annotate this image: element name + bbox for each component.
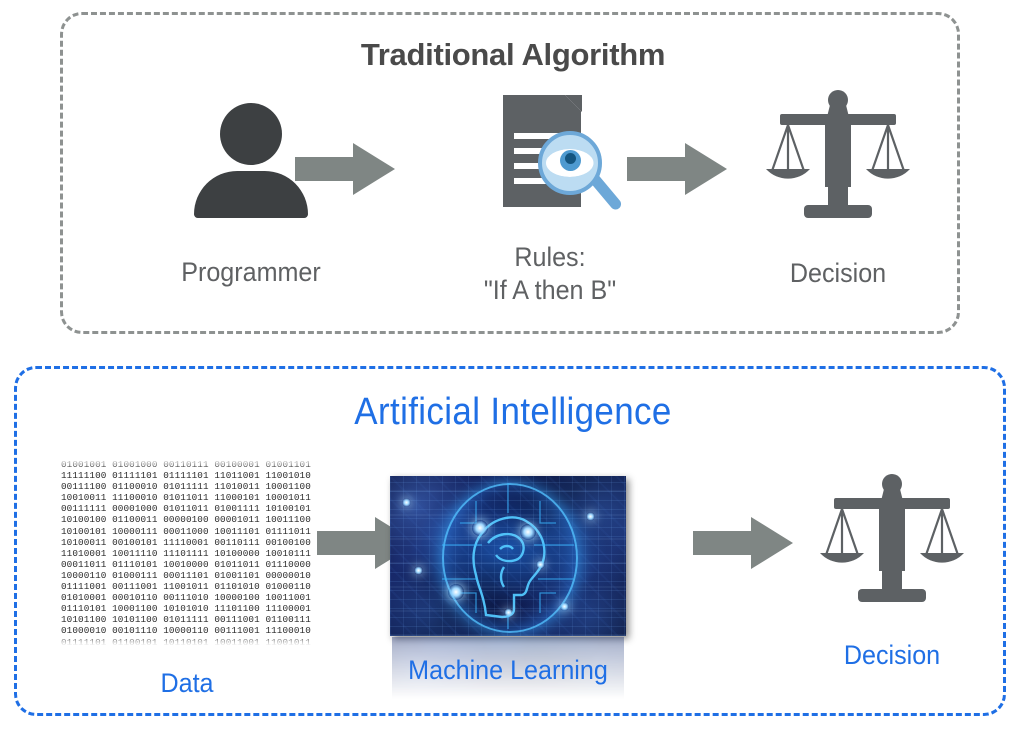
balance-scales-icon	[820, 474, 964, 602]
stage-rules: Rules: "If A then B"	[425, 93, 675, 307]
artificial-intelligence-panel: Artificial Intelligence 01001001 0100100…	[14, 366, 1006, 716]
binary-row: 01111101 01100101 10110101 10011001 1100…	[61, 636, 311, 646]
binary-row: 11111100 01111101 01111101 11011001 1100…	[61, 470, 311, 482]
binary-row: 00111100 01100010 01011111 11010011 1000…	[61, 481, 311, 493]
arrow-right-icon	[295, 143, 395, 195]
balance-scales-icon	[766, 90, 910, 218]
stage-decision-traditional: Decision	[723, 87, 953, 290]
ml-spark	[586, 512, 595, 521]
binary-row: 10000110 01000111 00011101 01001101 0000…	[61, 569, 311, 581]
ml-image-frame	[390, 476, 626, 636]
binary-row: 00111111 00001000 01011011 01001111 1010…	[61, 503, 311, 515]
binary-row: 11010001 10011110 11101111 10100000 1001…	[61, 547, 311, 559]
binary-row: 01111001 00111001 11001011 01101010 0100…	[61, 581, 311, 593]
ml-spark	[472, 520, 488, 536]
ml-spark	[536, 560, 545, 569]
ml-spark	[414, 566, 423, 575]
ml-spark	[402, 498, 411, 507]
stage-machine-learning: Machine Learning	[323, 476, 693, 701]
stage-label-decision: Decision	[789, 258, 887, 288]
binary-row: 01110101 10001100 10101010 11101100 1110…	[61, 603, 311, 615]
stage-data: 01001001 01001000 00110111 00100001 0100…	[57, 459, 317, 700]
person-head-shape	[220, 103, 282, 165]
binary-row: 01001001 01001000 00110111 00100001 0100…	[61, 459, 311, 470]
document-magnifier-icon	[483, 93, 623, 221]
binary-row: 10100011 00100101 11110001 00110111 0010…	[61, 536, 311, 548]
ml-spark	[560, 602, 569, 611]
binary-data-icon: 01001001 01001000 00110111 00100001 0100…	[59, 459, 315, 645]
traditional-algorithm-title: Traditional Algorithm	[360, 37, 666, 72]
binary-row: 10101100 10101100 01011111 00111001 0110…	[61, 614, 311, 626]
artificial-intelligence-title: Artificial Intelligence	[354, 391, 672, 433]
ml-spark	[520, 524, 536, 540]
binary-row: 00011011 01110101 10010000 01011011 0111…	[61, 558, 311, 570]
stage-label-rules: Rules: "If A then B"	[483, 242, 617, 305]
stage-label-machine-learning: Machine Learning	[408, 655, 608, 685]
arrow-right-icon	[627, 143, 727, 195]
person-body-shape	[194, 171, 308, 218]
stage-label-programmer: Programmer	[181, 257, 321, 287]
person-icon	[191, 103, 311, 218]
stage-decision-ai: Decision	[777, 471, 1007, 672]
binary-row: 01000010 00101110 10000110 00111001 1110…	[61, 625, 311, 637]
binary-row: 10010011 11100010 01011011 11000101 1000…	[61, 492, 311, 504]
stage-label-data: Data	[160, 668, 214, 698]
document-fold-triangle	[564, 95, 582, 112]
binary-row: 01010001 00010110 00111010 10000100 1001…	[61, 592, 311, 604]
magnifying-glass-icon	[537, 131, 623, 221]
machine-learning-brain-image: Machine Learning	[390, 476, 626, 701]
binary-row: 10100101 10000111 00011000 10011101 0111…	[61, 525, 311, 537]
arrow-programmer-to-rules	[295, 141, 405, 197]
binary-row: 10100100 01100011 00000100 00001011 1001…	[61, 514, 311, 526]
ml-spark	[448, 584, 464, 600]
stage-label-decision-ai: Decision	[843, 640, 941, 670]
ml-spark	[504, 608, 513, 617]
traditional-algorithm-panel: Traditional Algorithm Programmer Rules: …	[60, 12, 960, 334]
arrow-rules-to-decision	[627, 141, 737, 197]
eye-pupil	[564, 153, 576, 164]
